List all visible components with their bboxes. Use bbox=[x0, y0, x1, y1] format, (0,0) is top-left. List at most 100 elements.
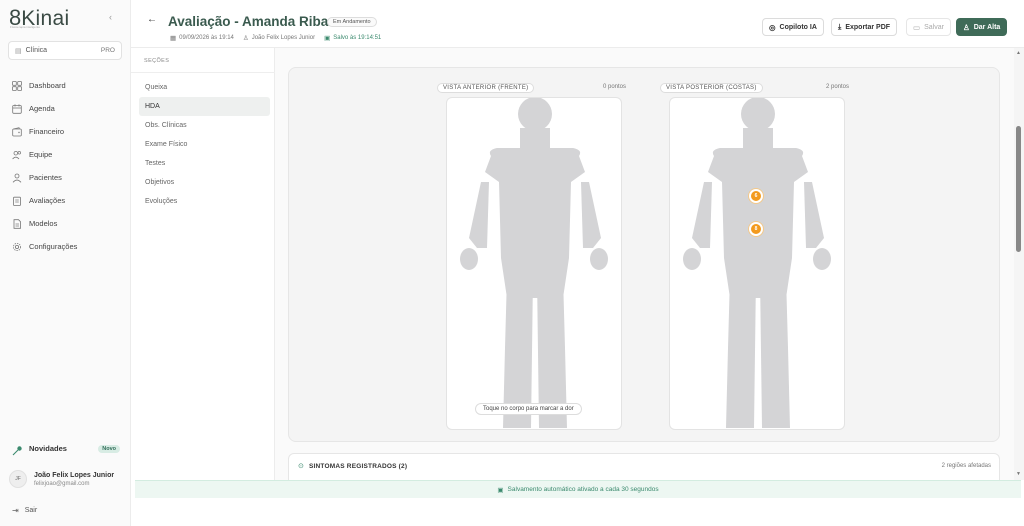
body-map-card: VISTA ANTERIOR (FRENTE) 0 pontos VISTA P… bbox=[288, 67, 1000, 442]
anterior-view-header: VISTA ANTERIOR (FRENTE) bbox=[437, 83, 535, 93]
copilot-icon: ◎ bbox=[769, 22, 776, 32]
sections-panel: SEÇÕES Queixa HDA Obs. Clínicas Exame Fí… bbox=[131, 48, 275, 480]
sidebar-item-label: Financeiro bbox=[29, 127, 65, 136]
chevron-left-icon[interactable]: ‹ bbox=[109, 12, 112, 22]
scrollbar[interactable]: ▲ ▼ bbox=[1014, 48, 1024, 480]
building-icon: ▤ bbox=[15, 47, 22, 55]
sidebar-item-dashboard[interactable]: Dashboard bbox=[0, 74, 131, 97]
pain-point-marker[interactable]: 6 bbox=[749, 189, 763, 203]
map-pin-icon: ⊙ bbox=[298, 463, 304, 470]
user-profile[interactable]: JF João Felix Lopes Junior felixjoao@gma… bbox=[9, 470, 127, 488]
sections-list: Queixa HDA Obs. Clínicas Exame Físico Te… bbox=[139, 78, 270, 211]
template-icon bbox=[12, 218, 22, 229]
logout-button[interactable]: ⇥ Sair bbox=[12, 506, 37, 515]
body-silhouette-front[interactable] bbox=[447, 98, 622, 430]
team-icon bbox=[12, 150, 22, 160]
discharge-label: Dar Alta bbox=[973, 23, 1001, 31]
sidebar-item-label: Modelos bbox=[29, 219, 58, 228]
section-item-obs-clinicas[interactable]: Obs. Clínicas bbox=[139, 116, 270, 135]
page-header: ← Avaliação - Amanda Ribas Em Andamento … bbox=[131, 0, 1024, 48]
sidebar-item-financeiro[interactable]: Financeiro bbox=[0, 120, 131, 143]
section-item-hda[interactable]: HDA bbox=[139, 97, 270, 116]
gear-icon bbox=[12, 242, 22, 252]
sidebar: 8 Kinai Fisioterapia inteligente ‹ ▤ Clí… bbox=[0, 0, 131, 526]
autosave-banner: ▣ Salvamento automático ativado a cada 3… bbox=[135, 480, 1021, 498]
calendar-icon bbox=[12, 103, 22, 114]
main-content: VISTA ANTERIOR (FRENTE) 0 pontos VISTA P… bbox=[275, 48, 1014, 480]
symptoms-card: ⊙ SINTOMAS REGISTRADOS (2) 2 regiões afe… bbox=[288, 453, 1000, 480]
anterior-body-map[interactable] bbox=[446, 97, 622, 430]
posterior-points-count: 2 pontos bbox=[826, 84, 850, 90]
user-icon: ♙ bbox=[242, 35, 249, 42]
anterior-view-label: VISTA ANTERIOR (FRENTE) bbox=[437, 83, 535, 93]
export-label: Exportar PDF bbox=[845, 23, 891, 31]
section-item-queixa[interactable]: Queixa bbox=[139, 78, 270, 97]
clipboard-icon bbox=[12, 196, 22, 206]
patients-icon bbox=[12, 173, 22, 183]
scroll-down-icon[interactable]: ▼ bbox=[1016, 471, 1021, 477]
evaluation-meta: ▦ 09/09/2026 às 19:14 ♙ João Felix Lopes… bbox=[170, 34, 381, 42]
section-item-testes[interactable]: Testes bbox=[139, 154, 270, 173]
page-title: Avaliação - Amanda Ribas bbox=[168, 14, 336, 29]
sidebar-item-label: Agenda bbox=[29, 104, 55, 113]
sidebar-item-label: Dashboard bbox=[29, 81, 66, 90]
sidebar-item-label: Pacientes bbox=[29, 173, 62, 182]
logo-tagline: Fisioterapia inteligente bbox=[10, 25, 41, 29]
save-status: Salvo às 19:14:51 bbox=[333, 35, 382, 41]
sidebar-item-configuracoes[interactable]: Configurações bbox=[0, 235, 131, 258]
user-name: João Felix Lopes Junior bbox=[34, 471, 115, 479]
copilot-button[interactable]: ◎ Copiloto IA bbox=[762, 18, 824, 36]
clinic-name: Clínica bbox=[25, 47, 48, 54]
floppy-icon: ▭ bbox=[913, 22, 921, 32]
back-arrow-icon[interactable]: ← bbox=[147, 14, 157, 25]
status-badge: Em Andamento bbox=[327, 17, 377, 27]
sections-title: SEÇÕES bbox=[144, 58, 170, 64]
sidebar-item-equipe[interactable]: Equipe bbox=[0, 143, 131, 166]
posterior-view-label: VISTA POSTERIOR (COSTAS) bbox=[660, 83, 763, 93]
scroll-up-icon[interactable]: ▲ bbox=[1016, 50, 1021, 56]
autosave-message: Salvamento automático ativado a cada 30 … bbox=[507, 486, 659, 493]
sidebar-item-modelos[interactable]: Modelos bbox=[0, 212, 131, 235]
section-item-objetivos[interactable]: Objetivos bbox=[139, 173, 270, 192]
plan-badge: PRO bbox=[100, 47, 115, 54]
sidebar-item-agenda[interactable]: Agenda bbox=[0, 97, 131, 120]
discharge-button[interactable]: ♙ Dar Alta bbox=[956, 18, 1008, 36]
posterior-view-header: VISTA POSTERIOR (COSTAS) bbox=[660, 83, 763, 93]
clinic-selector[interactable]: ▤ Clínica PRO bbox=[8, 41, 122, 60]
wallet-icon bbox=[12, 126, 22, 137]
anterior-points-count: 0 pontos bbox=[603, 84, 627, 90]
evaluation-date: 09/09/2026 às 19:14 bbox=[179, 35, 234, 41]
news-link[interactable]: Novidades Novo bbox=[12, 443, 120, 456]
user-email: felixjoao@gmail.com bbox=[34, 480, 90, 487]
logout-icon: ⇥ bbox=[12, 506, 19, 515]
export-pdf-button[interactable]: ⤓ Exportar PDF bbox=[831, 18, 898, 36]
sidebar-item-pacientes[interactable]: Pacientes bbox=[0, 166, 131, 189]
sidebar-item-avaliacoes[interactable]: Avaliações bbox=[0, 189, 131, 212]
divider bbox=[131, 72, 275, 73]
sidebar-nav: Dashboard Agenda Financeiro Equipe Pacie… bbox=[0, 74, 131, 258]
avatar: JF bbox=[9, 470, 27, 488]
scrollbar-thumb[interactable] bbox=[1016, 126, 1021, 252]
copilot-label: Copiloto IA bbox=[779, 23, 817, 31]
logout-label: Sair bbox=[24, 507, 38, 514]
user-check-icon: ♙ bbox=[963, 22, 970, 32]
body-silhouette-back[interactable] bbox=[670, 98, 845, 430]
posterior-body-map[interactable]: 6 8 bbox=[669, 97, 845, 430]
sidebar-item-label: Equipe bbox=[29, 150, 53, 159]
touch-hint: Toque no corpo para marcar a dor bbox=[475, 403, 582, 415]
news-label: Novidades bbox=[29, 444, 67, 453]
save-button[interactable]: ▭ Salvar bbox=[906, 18, 951, 36]
sidebar-item-label: Avaliações bbox=[29, 196, 66, 205]
sidebar-item-label: Configurações bbox=[29, 242, 78, 251]
sparkle-icon bbox=[12, 443, 23, 456]
section-item-evolucoes[interactable]: Evoluções bbox=[139, 192, 270, 211]
save-icon: ▣ bbox=[497, 486, 504, 494]
affected-regions-count: 2 regiões afetadas bbox=[941, 463, 991, 469]
section-item-exame-fisico[interactable]: Exame Físico bbox=[139, 135, 270, 154]
download-icon: ⤓ bbox=[838, 22, 842, 31]
evaluation-professional: João Felix Lopes Junior bbox=[251, 35, 316, 41]
news-badge: Novo bbox=[98, 444, 120, 453]
save-label: Salvar bbox=[924, 23, 944, 31]
pain-point-marker[interactable]: 8 bbox=[749, 222, 763, 236]
calendar-icon: ▦ bbox=[170, 35, 177, 42]
